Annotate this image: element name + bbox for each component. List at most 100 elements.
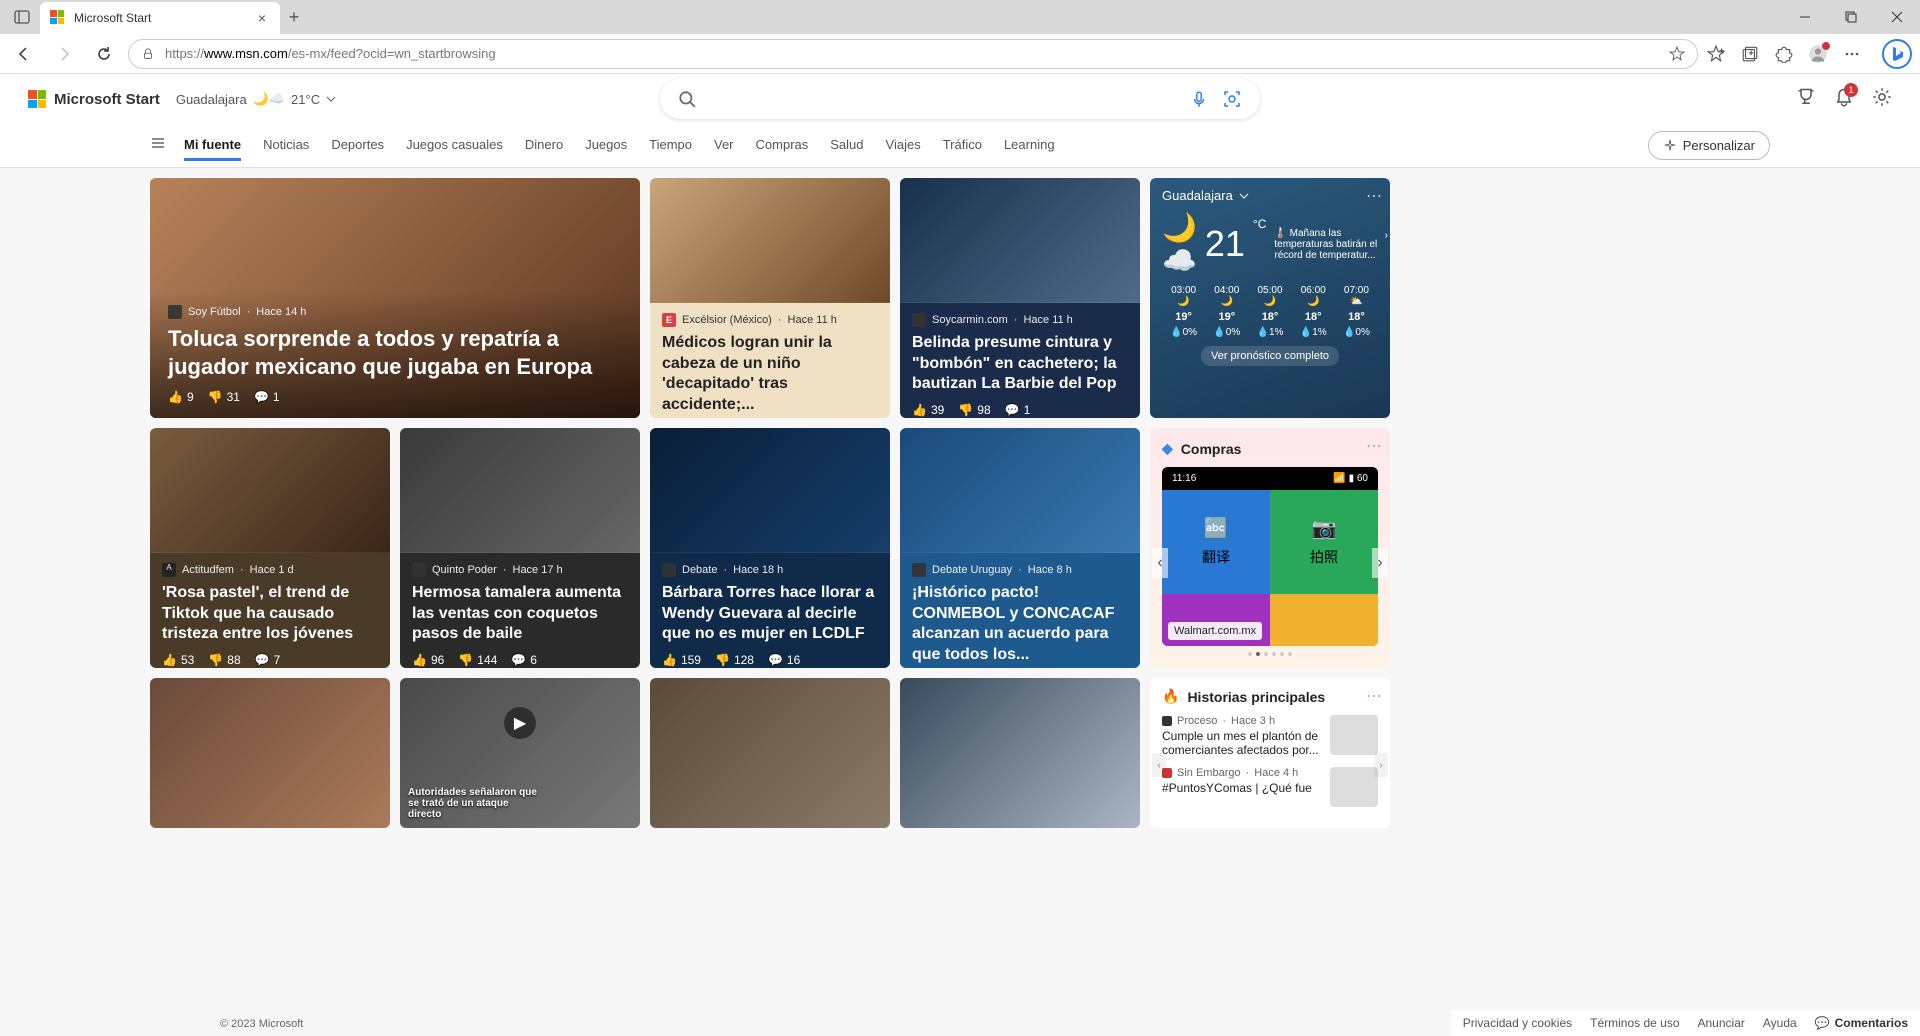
menu-button[interactable] (1842, 44, 1862, 64)
comments-button[interactable]: 💬 6 (511, 653, 537, 667)
weather-hour[interactable]: 07:00⛅18°💧0% (1335, 285, 1378, 338)
shopping-product[interactable]: 11:16📶 ▮ 60 🔤翻译 📷拍照 Walmart.com.mx (1162, 467, 1378, 646)
widget-menu-button[interactable]: ⋯ (1366, 436, 1382, 456)
article-card[interactable]: EExcélsior (México) · Hace 11 h Médicos … (650, 178, 890, 418)
footer-link-terms[interactable]: Términos de uso (1590, 1016, 1679, 1030)
stories-next-button[interactable]: › (1374, 753, 1388, 777)
card-image (650, 178, 890, 303)
feedback-button[interactable]: 💬 Comentarios (1815, 1016, 1908, 1030)
url-input[interactable]: https://www.msn.com/es-mx/feed?ocid=wn_s… (128, 39, 1698, 69)
article-card[interactable]: Debate · Hace 18 h Bárbara Torres hace l… (650, 428, 890, 668)
bing-sidebar-button[interactable] (1882, 39, 1912, 69)
card-source: Soycarmin.com · Hace 11 h (912, 313, 1128, 327)
card-image (150, 678, 390, 828)
settings-button[interactable] (1872, 87, 1892, 112)
weather-forecast-link[interactable]: Ver pronóstico completo (1201, 346, 1339, 366)
weather-hour[interactable]: 05:00🌙18°💧1% (1248, 285, 1291, 338)
widget-menu-button[interactable]: ⋯ (1366, 186, 1382, 206)
nav-item-mifuente[interactable]: Mi fuente (184, 131, 241, 161)
chevron-right-icon[interactable]: › (1385, 230, 1388, 241)
close-window-button[interactable] (1874, 0, 1920, 34)
article-card[interactable] (900, 678, 1140, 828)
dislike-button[interactable]: 👎 98 (958, 403, 990, 417)
nav-menu-button[interactable] (150, 135, 166, 156)
card-source: Debate Uruguay · Hace 8 h (912, 563, 1128, 577)
footer-link-help[interactable]: Ayuda (1763, 1016, 1797, 1030)
star-icon[interactable] (1669, 46, 1685, 62)
nav-item-tiempo[interactable]: Tiempo (649, 131, 692, 161)
nav-item-juegos[interactable]: Juegos (585, 131, 627, 161)
stories-prev-button[interactable]: ‹ (1152, 753, 1166, 777)
visual-search-icon[interactable] (1222, 89, 1242, 109)
weather-hour[interactable]: 04:00🌙19°💧0% (1205, 285, 1248, 338)
carousel-next-button[interactable]: › (1372, 548, 1388, 578)
article-card[interactable]: Debate Uruguay · Hace 8 h ¡Histórico pac… (900, 428, 1140, 668)
collections-button[interactable] (1740, 44, 1760, 64)
browser-tab[interactable]: Microsoft Start × (40, 2, 280, 34)
top-stories-widget[interactable]: ⋯ 🔥Historias principales Proceso · Hace … (1150, 678, 1390, 828)
like-button[interactable]: 👍 159 (662, 653, 701, 667)
like-button[interactable]: 👍 96 (412, 653, 444, 667)
nav-item-dinero[interactable]: Dinero (525, 131, 563, 161)
weather-location-pill[interactable]: Guadalajara 🌙☁️ 21°C (176, 91, 336, 107)
nav-item-juegoscasuales[interactable]: Juegos casuales (406, 131, 503, 161)
article-card[interactable]: AActitudfem · Hace 1 d 'Rosa pastel', el… (150, 428, 390, 668)
dislike-button[interactable]: 👎 128 (715, 653, 754, 667)
weather-location[interactable]: Guadalajara (1162, 188, 1378, 203)
nav-item-viajes[interactable]: Viajes (886, 131, 921, 161)
personalize-button[interactable]: Personalizar (1648, 131, 1770, 160)
like-button[interactable]: 👍 9 (168, 390, 194, 404)
new-tab-button[interactable]: + (280, 7, 308, 28)
back-button[interactable] (8, 38, 40, 70)
copyright: © 2023 Microsoft (220, 1018, 303, 1030)
carousel-prev-button[interactable]: ‹ (1152, 548, 1168, 578)
comments-button[interactable]: 💬 1 (254, 390, 280, 404)
footer-link-privacy[interactable]: Privacidad y cookies (1463, 1016, 1572, 1030)
maximize-button[interactable] (1828, 0, 1874, 34)
refresh-button[interactable] (88, 38, 120, 70)
tab-actions-button[interactable] (8, 3, 36, 31)
profile-button[interactable] (1808, 44, 1828, 64)
dislike-button[interactable]: 👎 88 (208, 653, 240, 667)
nav-item-learning[interactable]: Learning (1004, 131, 1055, 161)
top-story-item[interactable]: Sin Embargo · Hace 4 h#PuntosYComas | ¿Q… (1162, 767, 1378, 807)
article-card[interactable] (150, 678, 390, 828)
dislike-button[interactable]: 👎 144 (458, 653, 497, 667)
article-card[interactable]: Quinto Poder · Hace 17 h Hermosa tamaler… (400, 428, 640, 668)
like-button[interactable]: 👍 53 (162, 653, 194, 667)
search-bar[interactable] (660, 79, 1260, 119)
brand-logo[interactable]: Microsoft Start (28, 90, 160, 108)
search-icon (678, 90, 696, 108)
weather-hour[interactable]: 03:00🌙19°💧0% (1162, 285, 1205, 338)
dislike-button[interactable]: 👎 31 (208, 390, 240, 404)
favorites-button[interactable] (1706, 44, 1726, 64)
nav-item-trafico[interactable]: Tráfico (943, 131, 982, 161)
tab-close-button[interactable]: × (254, 10, 270, 26)
search-input[interactable] (708, 91, 1178, 107)
weather-widget[interactable]: ⋯ Guadalajara 🌙☁️ 21 °C 🌡️ Mañana las te… (1150, 178, 1390, 418)
shopping-widget[interactable]: ⋯ ◆Compras 11:16📶 ▮ 60 🔤翻译 📷拍照 Walmart.c… (1150, 428, 1390, 668)
footer-link-advertise[interactable]: Anunciar (1698, 1016, 1745, 1030)
article-card[interactable]: Soycarmin.com · Hace 11 h Belinda presum… (900, 178, 1140, 418)
weather-hour[interactable]: 06:00🌙18°💧1% (1292, 285, 1335, 338)
nav-item-deportes[interactable]: Deportes (331, 131, 384, 161)
like-button[interactable]: 👍 39 (912, 403, 944, 417)
video-card[interactable]: ▶ Autoridades señalaron que se trató de … (400, 678, 640, 828)
extensions-button[interactable] (1774, 44, 1794, 64)
comments-button[interactable]: 💬 16 (768, 653, 800, 667)
comments-button[interactable]: 💬 1 (1005, 403, 1031, 417)
comments-button[interactable]: 💬 7 (255, 653, 281, 667)
hero-card[interactable]: Soy Fútbol · Hace 14 h Toluca sorprende … (150, 178, 640, 418)
nav-item-compras[interactable]: Compras (756, 131, 809, 161)
widget-menu-button[interactable]: ⋯ (1366, 686, 1382, 706)
mic-icon[interactable] (1190, 90, 1208, 108)
rewards-button[interactable] (1796, 87, 1816, 112)
nav-item-ver[interactable]: Ver (714, 131, 734, 161)
card-title: ¡Histórico pacto! CONMEBOL y CONCACAF al… (912, 583, 1128, 666)
nav-item-noticias[interactable]: Noticias (263, 131, 309, 161)
notifications-button[interactable]: 1 (1834, 87, 1854, 112)
minimize-button[interactable] (1782, 0, 1828, 34)
top-story-item[interactable]: Proceso · Hace 3 hCumple un mes el plant… (1162, 715, 1378, 757)
article-card[interactable] (650, 678, 890, 828)
nav-item-salud[interactable]: Salud (830, 131, 863, 161)
